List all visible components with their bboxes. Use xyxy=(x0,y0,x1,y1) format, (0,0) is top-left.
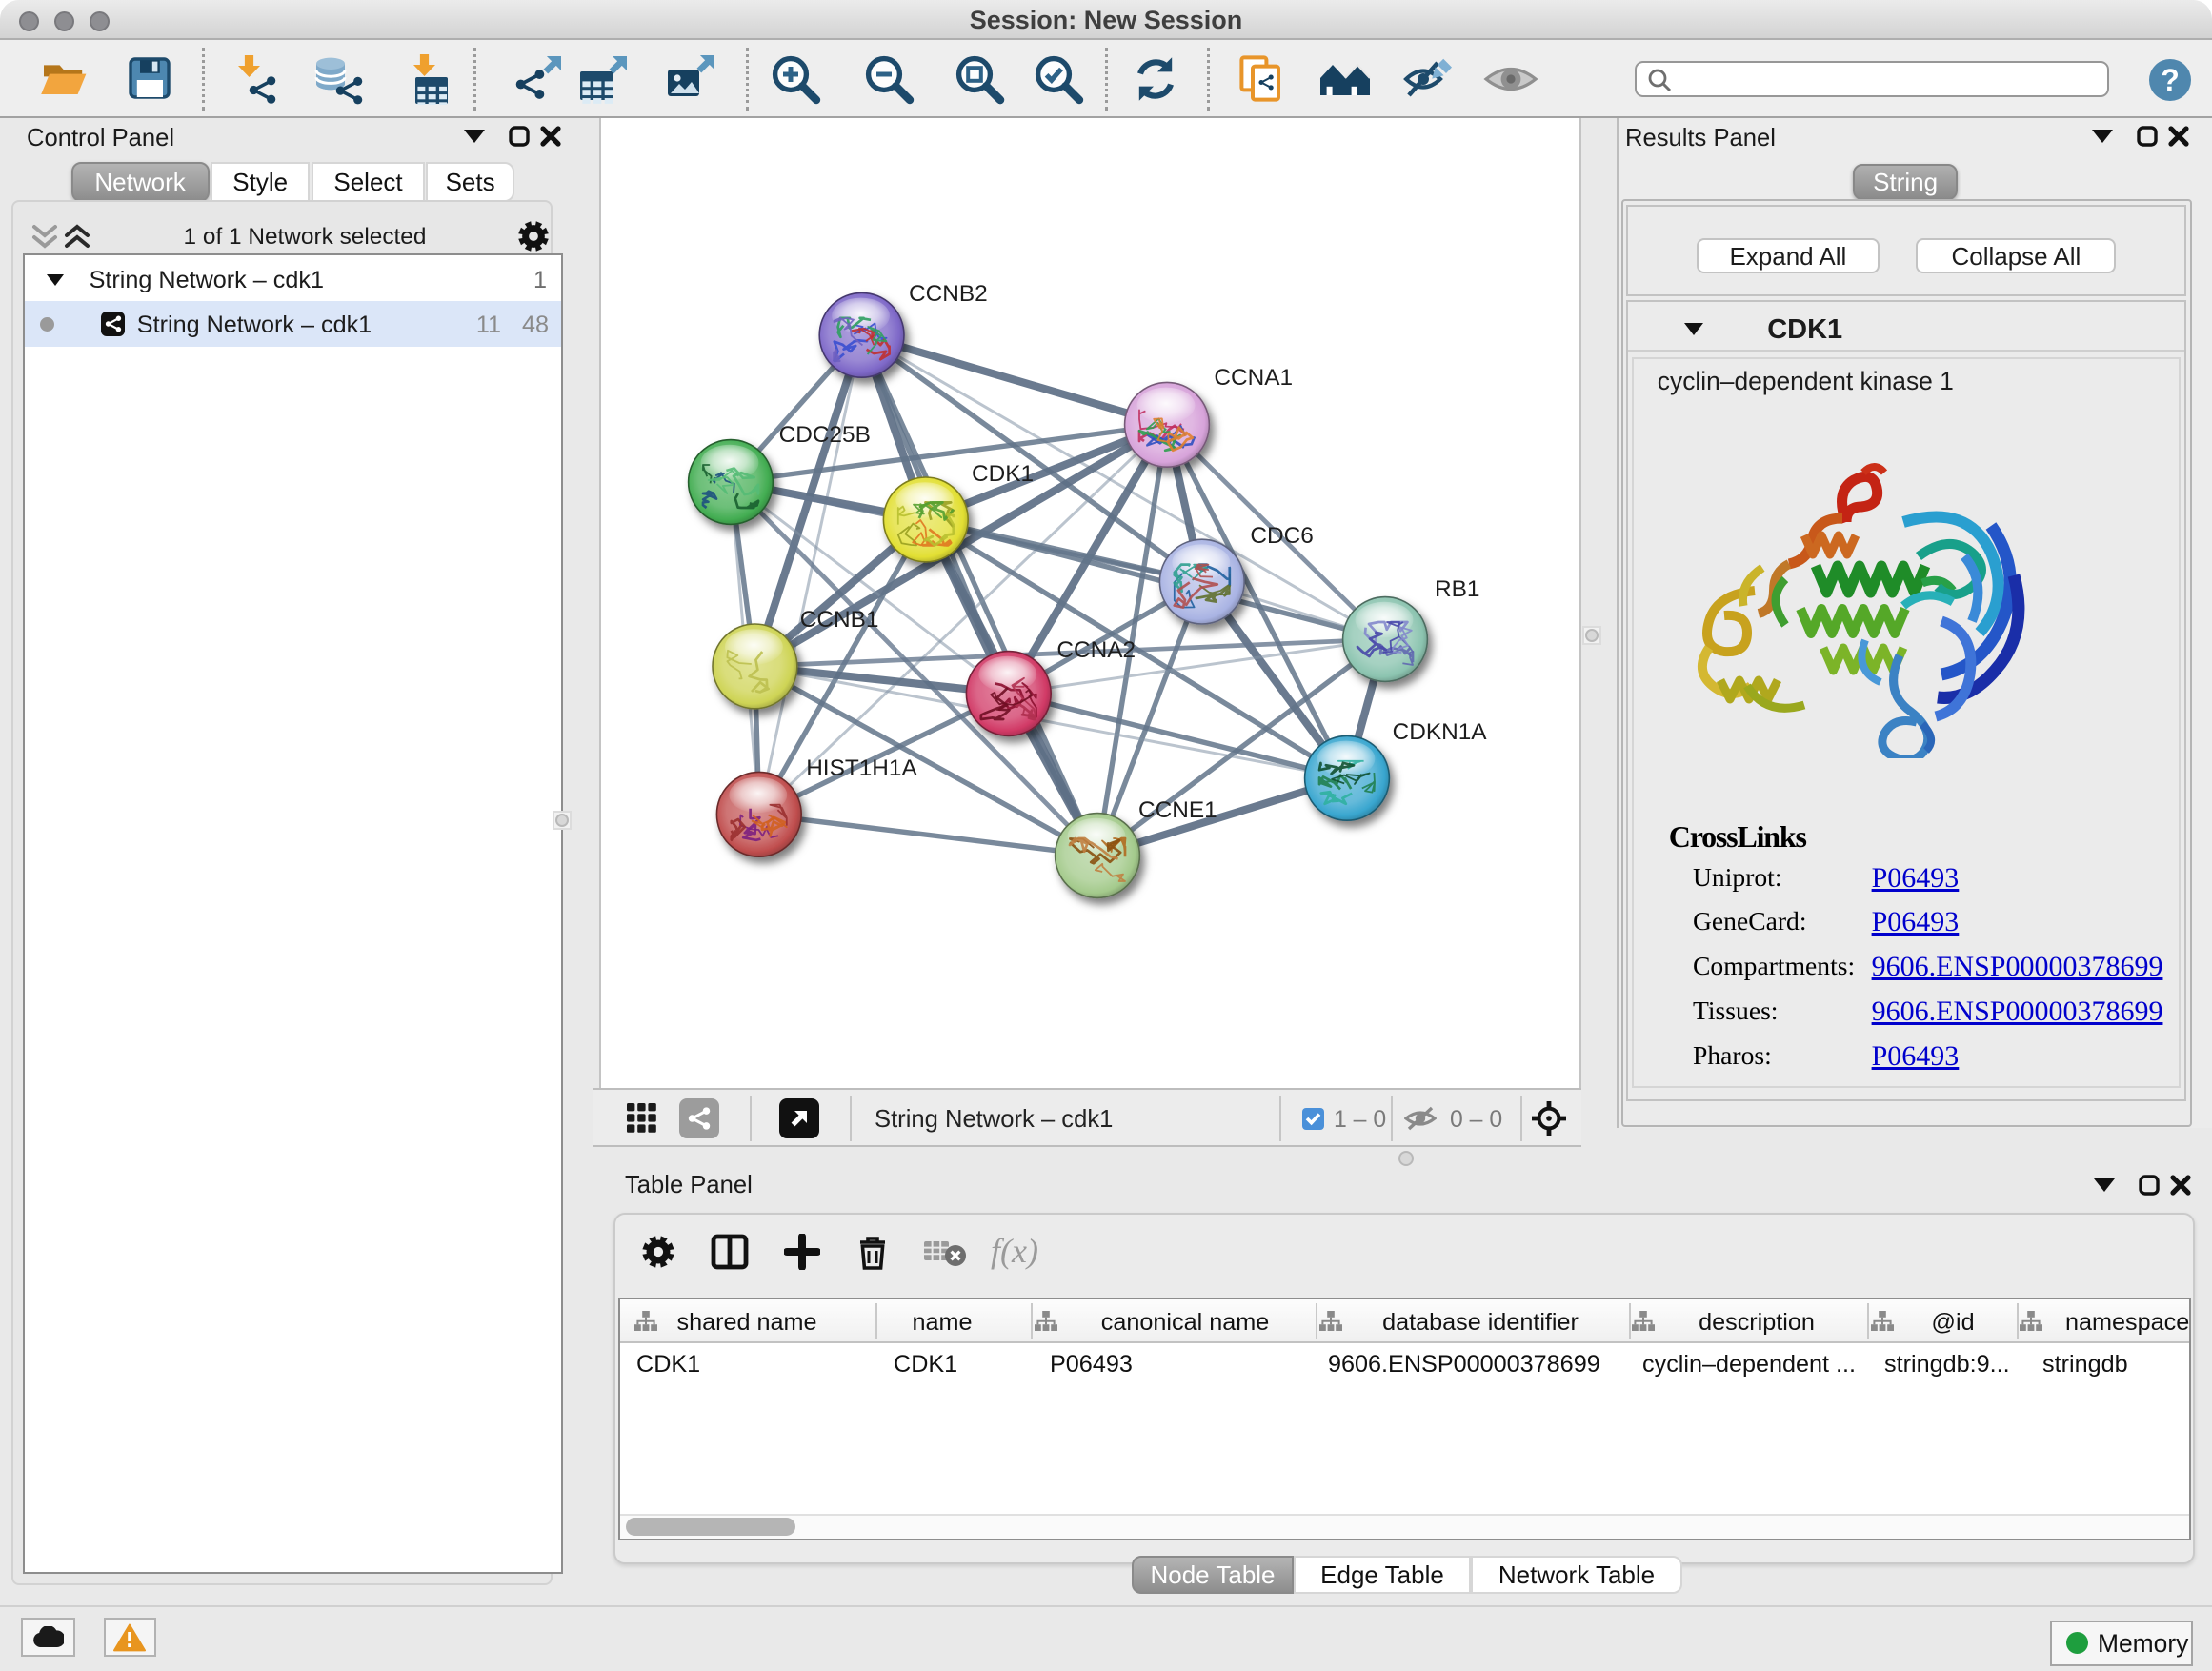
svg-text:CDKN1A: CDKN1A xyxy=(1393,719,1488,745)
svg-text:CCNB2: CCNB2 xyxy=(909,281,988,307)
svg-text:CDC25B: CDC25B xyxy=(779,422,871,448)
svg-text:CCNA1: CCNA1 xyxy=(1215,365,1294,391)
svg-text:CCNB1: CCNB1 xyxy=(800,607,879,633)
svg-text:HIST1H1A: HIST1H1A xyxy=(807,755,918,781)
svg-text:CDC6: CDC6 xyxy=(1251,523,1314,549)
svg-text:CDK1: CDK1 xyxy=(972,461,1034,487)
svg-text:RB1: RB1 xyxy=(1435,576,1479,602)
svg-text:CCNE1: CCNE1 xyxy=(1138,797,1217,823)
svg-text:CCNA2: CCNA2 xyxy=(1057,637,1136,663)
